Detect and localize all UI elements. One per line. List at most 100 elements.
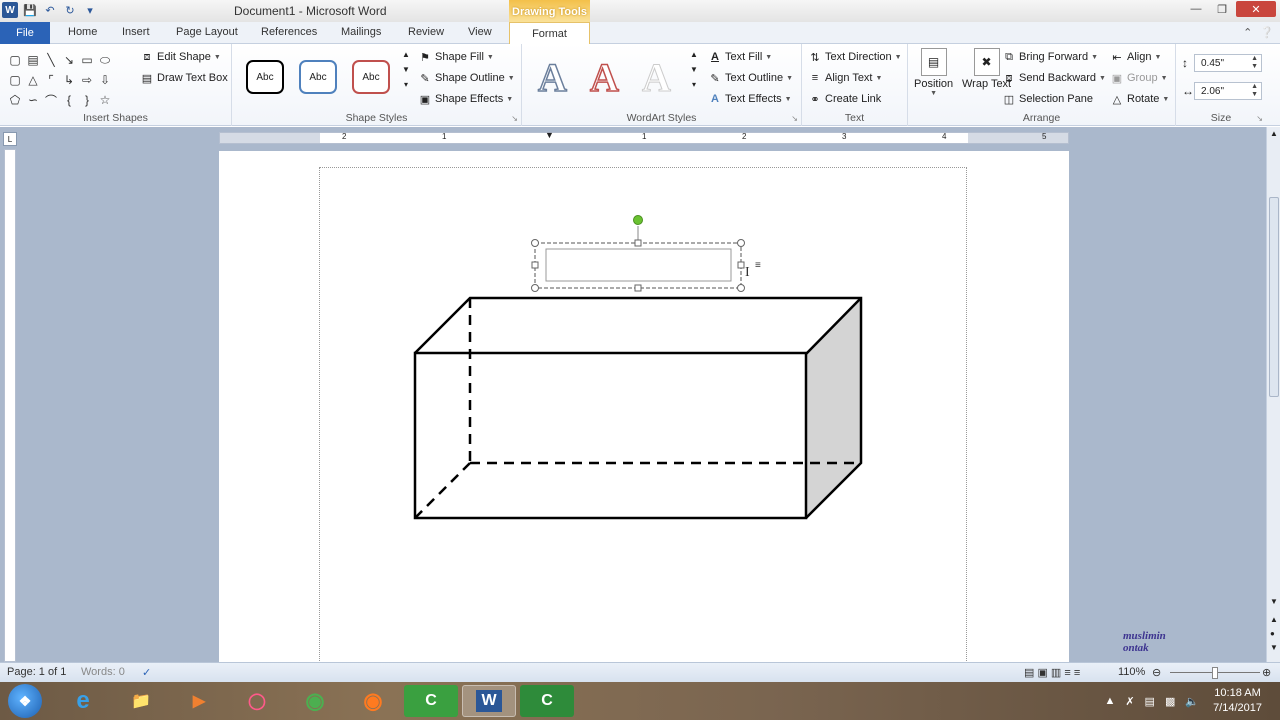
shape-styles-scroll[interactable]: ▲ ▼ ▾ (402, 50, 410, 89)
resize-handle[interactable] (531, 284, 539, 292)
wordart-style-3[interactable]: A (642, 54, 672, 101)
rotate-button[interactable]: △ Rotate ▼ (1110, 92, 1170, 106)
scroll-up-arrow-icon[interactable]: ▲ (1270, 129, 1278, 138)
width-spinner-icon[interactable]: ▲ ▼ (1251, 83, 1258, 99)
camtasia-icon[interactable]: C (404, 685, 458, 717)
next-page-icon[interactable]: ▼ (1270, 643, 1278, 652)
text-effects-button[interactable]: A Text Effects ▼ (708, 92, 792, 106)
tab-references[interactable]: References (261, 26, 317, 38)
bring-forward-button[interactable]: ⧉ Bring Forward ▼ (1002, 50, 1098, 64)
tab-home[interactable]: Home (68, 26, 97, 38)
curve-shape-icon[interactable]: ⌒ (42, 90, 60, 110)
scroll-down-icon[interactable]: ▼ (402, 65, 410, 74)
shape-height-input[interactable]: 0.45" ▲ ▼ (1194, 54, 1262, 72)
page-count[interactable]: Page: 1 of 1 (7, 666, 66, 678)
zoom-in-icon[interactable]: ⊕ (1262, 666, 1271, 679)
zoom-slider-thumb[interactable] (1212, 667, 1218, 679)
resize-handle[interactable] (737, 284, 745, 292)
draw-text-box-button[interactable]: ▤ Draw Text Box (140, 71, 228, 85)
resize-handle[interactable] (737, 261, 745, 269)
cuboid-shape[interactable] (413, 296, 863, 520)
wordart-style-2[interactable]: A (589, 54, 619, 101)
wordart-style-1[interactable]: A (537, 54, 567, 101)
connector-icon[interactable]: ↳ (60, 70, 78, 90)
create-link-button[interactable]: ⚭ Create Link (808, 92, 881, 106)
brace-right-shape-icon[interactable]: } (78, 90, 96, 110)
view-buttons[interactable]: ▤ ▣ ▥ ≡ ≡ (1024, 666, 1080, 679)
minimize-button[interactable]: — (1184, 1, 1208, 17)
resize-handle[interactable] (634, 239, 642, 247)
volume-icon[interactable]: 🔈 (1185, 695, 1199, 708)
undo-icon[interactable]: ↶ (42, 2, 58, 18)
selection-pane-button[interactable]: ◫ Selection Pane (1002, 92, 1093, 106)
rounded-rect-shape-icon[interactable]: ▢ (6, 70, 24, 90)
maximize-button[interactable]: ❐ (1210, 1, 1234, 17)
internet-explorer-icon[interactable]: e (56, 685, 110, 717)
scroll-down-arrow-icon[interactable]: ▼ (1270, 597, 1278, 606)
wordart-scroll-up-icon[interactable]: ▲ (690, 50, 698, 59)
vertical-ruler[interactable] (4, 149, 16, 662)
customize-qat-icon[interactable]: ▾ (82, 2, 98, 18)
freeform-shape-icon[interactable]: ∽ (24, 90, 42, 110)
oval-shape-icon[interactable]: ⬭ (96, 50, 114, 70)
arrow-line-shape-icon[interactable]: ↘ (60, 50, 78, 70)
wordart-scroll-down-icon[interactable]: ▼ (690, 65, 698, 74)
app-icon[interactable]: ◯ (230, 685, 284, 717)
word-app-icon[interactable]: W (2, 2, 18, 18)
tab-page-layout[interactable]: Page Layout (176, 26, 238, 38)
text-direction-button[interactable]: ⇅ Text Direction ▼ (808, 50, 901, 64)
clock[interactable]: 10:18 AM 7/14/2017 (1213, 686, 1262, 716)
shapes-gallery[interactable]: ▢ ▤ ╲ ↘ ▭ ⬭ ▢ △ ⌜ ↳ ⇨ ⇩ ⬠ ∽ ⌒ { } ☆ (6, 50, 114, 110)
shape-style-1[interactable]: Abc (246, 60, 284, 94)
select-browse-object-icon[interactable]: ● (1270, 629, 1275, 638)
resize-handle[interactable] (531, 239, 539, 247)
elbow-connector-icon[interactable]: ⌜ (42, 70, 60, 90)
tab-insert[interactable]: Insert (122, 26, 150, 38)
minimize-ribbon-icon[interactable]: ⌃ (1243, 26, 1252, 39)
document-page[interactable]: I ≡ m muslimin ontak (219, 151, 1166, 687)
shape-width-input[interactable]: 2.06" ▲ ▼ (1194, 82, 1262, 100)
tab-file[interactable]: File (0, 22, 50, 44)
align-button[interactable]: ⇤ Align ▼ (1110, 50, 1161, 64)
tab-selector-button[interactable]: L (3, 132, 17, 146)
previous-page-icon[interactable]: ▲ (1270, 615, 1278, 624)
brace-left-shape-icon[interactable]: { (60, 90, 78, 110)
network-status-icon[interactable]: ✗ (1125, 695, 1134, 708)
image-shape-icon[interactable]: ▤ (24, 50, 42, 70)
more-icon[interactable]: ▾ (404, 80, 408, 89)
line-shape-icon[interactable]: ╲ (42, 50, 60, 70)
resize-handle[interactable] (737, 239, 745, 247)
save-icon[interactable]: 💾 (22, 2, 38, 18)
size-launcher-icon[interactable]: ↘ (1256, 114, 1263, 123)
height-spinner-icon[interactable]: ▲ ▼ (1251, 55, 1258, 71)
network-icon[interactable]: ▩ (1165, 695, 1175, 708)
show-hidden-icons-icon[interactable]: ▲ (1104, 695, 1115, 707)
vertical-scrollbar[interactable]: ▲ ▼ ▲ ● ▼ (1266, 127, 1280, 662)
firefox-icon[interactable]: ◉ (346, 685, 400, 717)
tab-view[interactable]: View (468, 26, 492, 38)
proofing-icon[interactable]: ✓ (142, 666, 151, 679)
rotation-handle[interactable] (633, 215, 643, 225)
redo-icon[interactable]: ↻ (62, 2, 78, 18)
edit-shape-button[interactable]: ⧈ Edit Shape ▼ (140, 50, 221, 64)
horizontal-ruler[interactable]: 2 1 ▼ 1 2 3 4 5 (219, 130, 1069, 144)
resize-handle[interactable] (634, 284, 642, 292)
text-box-shape-icon[interactable]: ▢ (6, 50, 24, 70)
action-center-icon[interactable]: ▤ (1145, 695, 1155, 708)
word-count[interactable]: Words: 0 (81, 666, 125, 678)
pentagon-shape-icon[interactable]: ⬠ (6, 90, 24, 110)
camtasia-recorder-icon[interactable]: C (520, 685, 574, 717)
scroll-up-icon[interactable]: ▲ (402, 50, 410, 59)
help-icon[interactable]: ❔ (1260, 26, 1274, 39)
scrollbar-thumb[interactable] (1269, 197, 1279, 397)
group-button[interactable]: ▣ Group ▼ (1110, 71, 1168, 85)
media-player-icon[interactable]: ▶ (172, 685, 226, 717)
position-button[interactable]: ▤ Position ▼ (914, 48, 953, 97)
layout-options-icon[interactable]: ≡ (755, 260, 761, 271)
shape-styles-launcher-icon[interactable]: ↘ (511, 114, 518, 123)
shape-effects-button[interactable]: ▣ Shape Effects ▼ (418, 92, 513, 106)
ruler-indent-marker-icon[interactable]: ▼ (545, 130, 554, 140)
zoom-out-icon[interactable]: ⊖ (1152, 666, 1161, 679)
shape-style-3[interactable]: Abc (352, 60, 390, 94)
shape-fill-button[interactable]: ⚑ Shape Fill ▼ (418, 50, 494, 64)
